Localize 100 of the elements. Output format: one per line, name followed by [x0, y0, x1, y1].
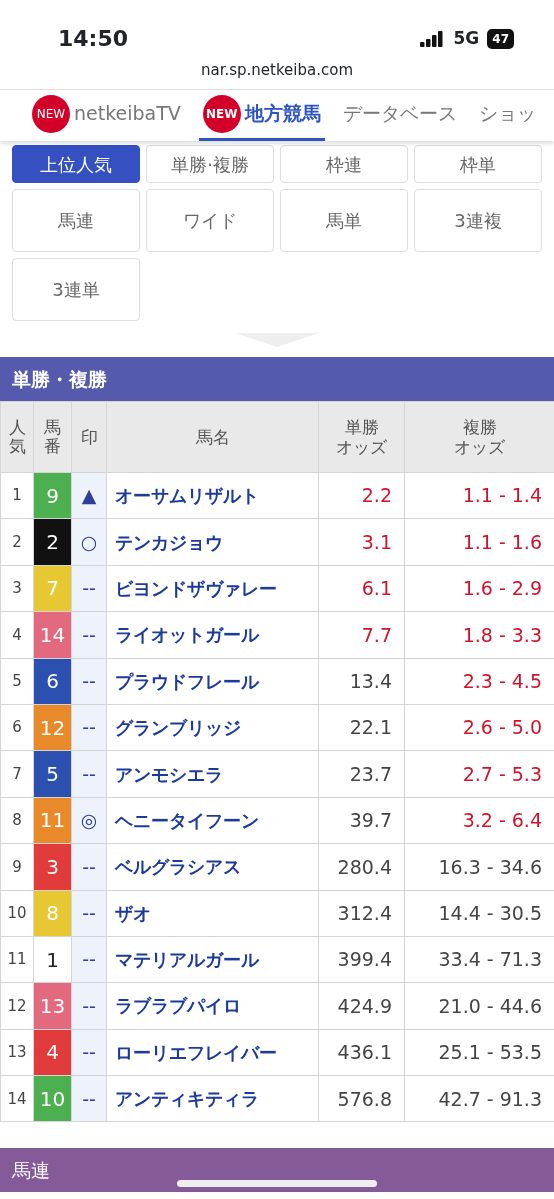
mark-cell: -- — [71, 704, 107, 751]
section-header: 馬連 — [0, 1148, 554, 1193]
win-odds-cell: 312.4 — [318, 890, 405, 937]
horse-number-cell: 13 — [33, 982, 72, 1030]
column-header: 複勝 — [461, 416, 498, 437]
horse-number-cell: 11 — [33, 797, 72, 844]
bet-type-button[interactable]: 3連複 — [414, 189, 542, 252]
rank-cell: 11 — [0, 936, 34, 983]
column-header: 馬名 — [194, 426, 231, 448]
horse-number-cell: 14 — [33, 611, 72, 659]
bet-type-button[interactable]: 単勝·複勝 — [146, 145, 274, 183]
bet-type-button[interactable]: 3連単 — [12, 258, 140, 321]
horse-name-link[interactable]: グランブリッジ — [106, 704, 319, 751]
horse-number-cell: 1 — [33, 936, 72, 983]
horse-name-link[interactable]: ローリエフレイバー — [106, 1029, 319, 1076]
mark-cell: -- — [71, 565, 107, 612]
bet-type-button[interactable]: ワイド — [146, 189, 274, 252]
horse-number-cell: 4 — [33, 1029, 72, 1076]
bet-type-button[interactable]: 枠単 — [414, 145, 542, 183]
rank-cell: 5 — [0, 658, 34, 705]
mark-cell: -- — [71, 890, 107, 937]
horse-name-link[interactable]: ビヨンドザヴァレー — [106, 565, 319, 612]
rank-cell: 9 — [0, 843, 34, 890]
column-header: オッズ — [453, 437, 506, 458]
win-odds-cell: 39.7 — [318, 797, 405, 844]
horse-name-link[interactable]: アンモシエラ — [106, 750, 319, 798]
column-header: 単勝 — [343, 416, 380, 437]
horse-name-link[interactable]: オーサムリザルト — [106, 472, 319, 519]
win-odds-cell: 23.7 — [318, 750, 405, 798]
mark-cell: -- — [71, 1075, 107, 1122]
horse-name-link[interactable]: ライオットガール — [106, 611, 319, 659]
bet-type-button[interactable]: 馬連 — [12, 189, 140, 252]
battery-level: 47 — [487, 28, 514, 49]
column-header: 馬番 — [44, 418, 61, 456]
new-badge: NEW — [202, 94, 241, 133]
nav-tab[interactable]: ショッ — [474, 90, 540, 141]
win-odds-cell: 7.7 — [318, 611, 405, 659]
rank-cell: 6 — [0, 704, 34, 751]
network-label: 5G — [453, 26, 480, 50]
horse-name-link[interactable]: プラウドフレール — [106, 658, 319, 705]
win-odds-cell: 576.8 — [318, 1075, 405, 1122]
horse-number-cell: 9 — [33, 472, 72, 519]
url-text: nar.sp.netkeiba.com — [199, 60, 354, 81]
horse-name-link[interactable]: ヘニータイフーン — [106, 797, 319, 844]
rank-cell: 10 — [0, 890, 34, 937]
rank-cell: 7 — [0, 750, 34, 798]
horse-name-link[interactable]: ラブラブパイロ — [106, 982, 319, 1030]
horse-name-link[interactable]: ベルグラシアス — [106, 843, 319, 890]
horse-number-cell: 7 — [33, 565, 72, 612]
horse-name-link[interactable]: ザオ — [106, 890, 319, 937]
horse-number-cell: 12 — [33, 704, 72, 751]
nav-tab[interactable]: NEW netkeibaTV — [28, 90, 185, 141]
rank-cell: 8 — [0, 797, 34, 844]
win-odds-cell: 436.1 — [318, 1029, 405, 1076]
rank-cell: 13 — [0, 1029, 34, 1076]
horse-number-cell: 6 — [33, 658, 72, 705]
mark-cell: ▲ — [71, 472, 107, 519]
win-odds-cell: 22.1 — [318, 704, 405, 751]
horse-name-link[interactable]: テンカジョウ — [106, 518, 319, 566]
mark-cell: -- — [71, 658, 107, 705]
horse-number-cell: 2 — [33, 518, 72, 566]
column-header: 人気 — [8, 418, 26, 456]
rank-cell: 12 — [0, 982, 34, 1030]
horse-number-cell: 3 — [33, 843, 72, 890]
mark-cell: ○ — [71, 518, 107, 566]
horse-name-link[interactable]: マテリアルガール — [106, 936, 319, 983]
mark-cell: -- — [71, 936, 107, 983]
mark-cell: -- — [71, 611, 107, 659]
mark-cell: ◎ — [71, 797, 107, 844]
mark-cell: -- — [71, 982, 107, 1030]
nav-tab[interactable]: NEW 地方競馬 — [198, 90, 325, 141]
bet-type-button[interactable]: 上位人気 — [12, 145, 140, 183]
horse-number-cell: 10 — [33, 1075, 72, 1122]
rank-cell: 4 — [0, 611, 34, 659]
rank-cell: 1 — [0, 472, 34, 519]
bet-type-button[interactable]: 馬単 — [280, 189, 408, 252]
win-odds-cell: 280.4 — [318, 843, 405, 890]
status-time: 14:50 — [58, 25, 129, 53]
nav-tab[interactable]: データベース — [338, 90, 461, 141]
horse-number-cell: 5 — [33, 750, 72, 798]
win-odds-cell: 13.4 — [318, 658, 405, 705]
mark-cell: -- — [71, 1029, 107, 1076]
horse-name-link[interactable]: アンティキティラ — [106, 1075, 319, 1122]
bet-type-button[interactable]: 枠連 — [280, 145, 408, 183]
rank-cell: 2 — [0, 518, 34, 566]
win-odds-cell: 2.2 — [318, 472, 405, 519]
win-odds-cell: 6.1 — [318, 565, 405, 612]
win-odds-cell: 399.4 — [318, 936, 405, 983]
rank-cell: 14 — [0, 1075, 34, 1122]
rank-cell: 3 — [0, 565, 34, 612]
signal-icon — [419, 30, 446, 47]
horse-number-cell: 8 — [33, 890, 72, 937]
column-header: 印 — [79, 426, 99, 448]
win-odds-cell: 424.9 — [318, 982, 405, 1030]
mark-cell: -- — [71, 843, 107, 890]
win-odds-cell: 3.1 — [318, 518, 405, 566]
home-indicator[interactable] — [177, 1180, 377, 1188]
section-header: 単勝・複勝 — [0, 357, 554, 401]
new-badge: NEW — [32, 94, 70, 133]
column-header: オッズ — [335, 437, 388, 458]
